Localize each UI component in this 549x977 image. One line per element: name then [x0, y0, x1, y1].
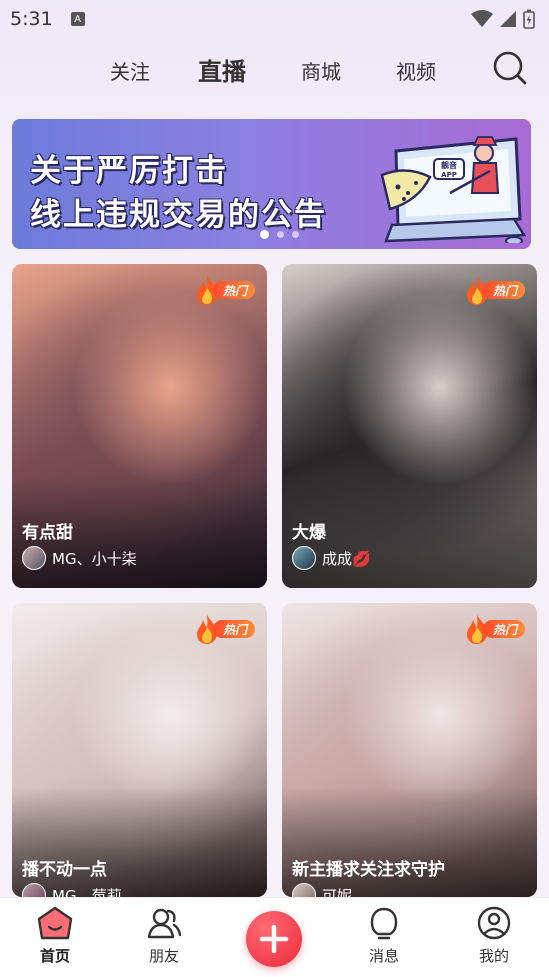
live-card-host: MG、莓莉 — [22, 883, 122, 897]
banner-pager — [260, 230, 299, 239]
live-card[interactable]: 热门 新主播求关注求守护 可妮 — [282, 603, 537, 897]
pager-dot[interactable] — [292, 231, 299, 238]
search-icon[interactable] — [492, 50, 528, 86]
status-time: 5:31 — [10, 8, 53, 30]
tab-following[interactable]: 关注 — [110, 56, 150, 85]
hot-badge-label: 热门 — [482, 620, 525, 638]
computer-illustration-icon: 靓音 APP — [380, 136, 526, 243]
message-icon — [370, 907, 398, 940]
host-name: MG、小十柒 — [52, 549, 137, 568]
avatar — [292, 883, 316, 897]
nav-profile[interactable]: 我的 — [459, 906, 529, 966]
live-card-host: 可妮 — [292, 883, 352, 897]
svg-text:APP: APP — [441, 171, 457, 179]
live-card[interactable]: 热门 有点甜 MG、小十柒 — [12, 264, 267, 588]
host-name: 可妮 — [322, 886, 353, 898]
notification-icon: A — [70, 12, 85, 26]
friends-icon — [147, 908, 182, 939]
host-name: 成成💋 — [322, 549, 371, 568]
banner-headline-2: 线上违规交易的公告 — [30, 197, 327, 233]
nav-home[interactable]: 首页 — [20, 906, 90, 966]
banner-headline-1: 关于严厉打击 — [30, 153, 228, 189]
signal-icon — [500, 11, 516, 27]
avatar — [22, 883, 46, 897]
nav-friends-label: 朋友 — [148, 947, 179, 965]
nav-friends[interactable]: 朋友 — [129, 906, 199, 966]
battery-icon — [523, 9, 535, 29]
top-nav: 关注 直播 商城 视频 — [0, 44, 549, 94]
live-card-title: 新主播求关注求守护 — [292, 860, 445, 880]
live-card-host: MG、小十柒 — [22, 546, 137, 570]
hot-badge-label: 热门 — [212, 620, 255, 638]
live-card-host: 成成💋 — [292, 546, 371, 570]
nav-profile-label: 我的 — [478, 947, 509, 965]
host-name: MG、莓莉 — [52, 886, 122, 898]
announcement-banner[interactable]: 关于严厉打击 线上违规交易的公告 靓音 APP — [12, 119, 531, 249]
hot-badge: 热门 — [193, 274, 255, 306]
live-card[interactable]: 热门 播不动一点 MG、莓莉 — [12, 603, 267, 897]
pager-dot[interactable] — [277, 231, 284, 238]
plus-icon — [259, 924, 289, 954]
app-badge: 靓音 — [441, 160, 457, 170]
tab-live[interactable]: 直播 — [198, 52, 246, 87]
tab-video[interactable]: 视频 — [396, 56, 436, 85]
avatar — [292, 546, 316, 570]
hot-badge: 热门 — [193, 613, 255, 645]
hot-badge-label: 热门 — [482, 281, 525, 299]
status-bar: 5:31 A — [0, 0, 549, 38]
live-card-title: 播不动一点 — [22, 860, 107, 880]
avatar — [22, 546, 46, 570]
profile-icon — [477, 906, 511, 940]
live-card-title: 有点甜 — [22, 523, 73, 543]
create-live-button[interactable] — [246, 911, 302, 967]
live-card[interactable]: 热门 大爆 成成💋 — [282, 264, 537, 588]
hot-badge: 热门 — [463, 274, 525, 306]
nav-messages[interactable]: 消息 — [349, 906, 419, 966]
hot-badge: 热门 — [463, 613, 525, 645]
status-icons — [471, 9, 535, 29]
pager-dot-active[interactable] — [260, 230, 269, 239]
nav-home-label: 首页 — [39, 947, 70, 965]
nav-messages-label: 消息 — [368, 947, 399, 965]
live-card-title: 大爆 — [292, 523, 326, 543]
wifi-icon — [471, 10, 493, 27]
hot-badge-label: 热门 — [212, 281, 255, 299]
tab-mall[interactable]: 商城 — [301, 56, 341, 85]
home-icon — [37, 906, 73, 940]
